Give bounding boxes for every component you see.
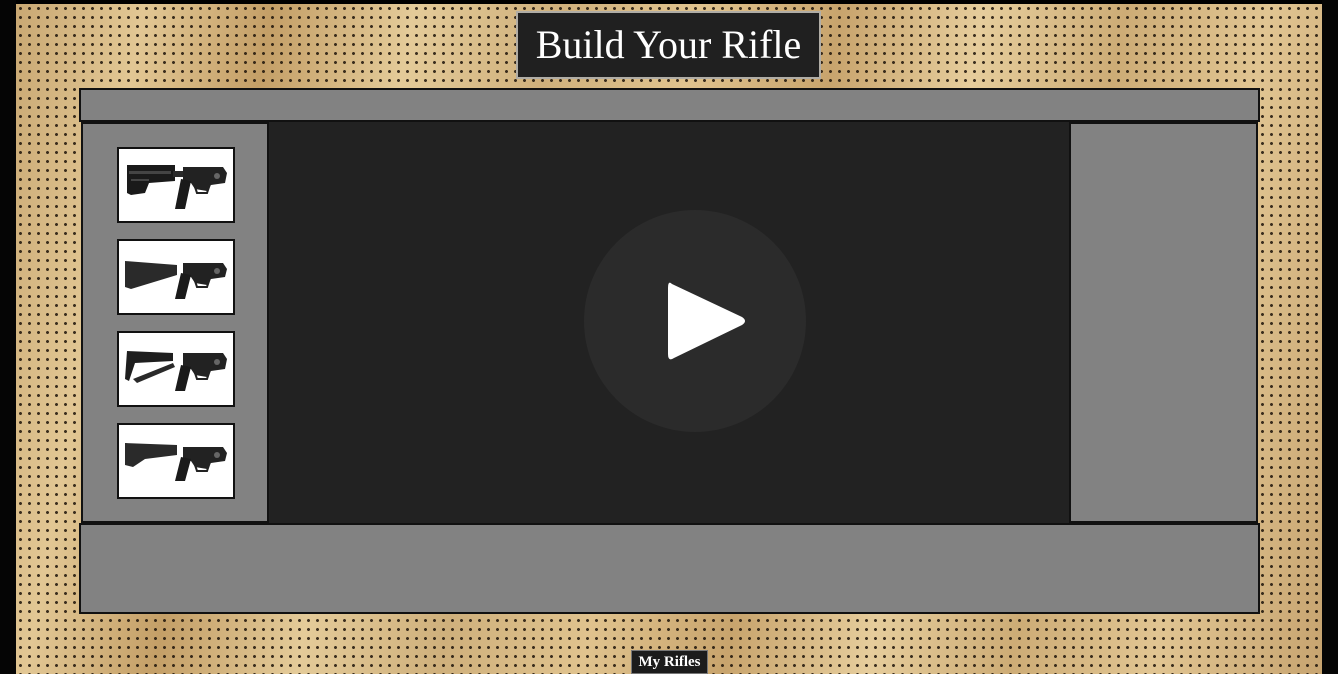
left-frame-edge bbox=[0, 0, 16, 674]
lower-receiver-precision-stock-icon bbox=[125, 443, 227, 481]
lower-receiver-panel bbox=[81, 122, 269, 523]
right-parts-panel bbox=[1069, 122, 1258, 523]
play-button[interactable] bbox=[584, 210, 806, 432]
play-icon bbox=[668, 282, 745, 360]
lower-receiver-fixed-stock-icon bbox=[125, 261, 227, 299]
lower-receiver-collapsible-stock-icon bbox=[127, 165, 227, 209]
option-collapsible-stock[interactable] bbox=[117, 147, 235, 223]
app-root: Build Your Rifle My Rifles bbox=[0, 0, 1343, 674]
video-player[interactable] bbox=[269, 122, 1069, 524]
lower-receiver-skeleton-stock-icon bbox=[125, 351, 227, 391]
top-parts-bar bbox=[79, 88, 1260, 122]
option-skeleton-stock[interactable] bbox=[117, 331, 235, 407]
bottom-parts-bar bbox=[79, 523, 1260, 614]
option-fixed-stock[interactable] bbox=[117, 239, 235, 315]
option-precision-stock[interactable] bbox=[117, 423, 235, 499]
my-rifles-button[interactable]: My Rifles bbox=[631, 650, 708, 674]
right-frame-edge bbox=[1322, 0, 1343, 674]
page-title: Build Your Rifle bbox=[516, 11, 821, 79]
